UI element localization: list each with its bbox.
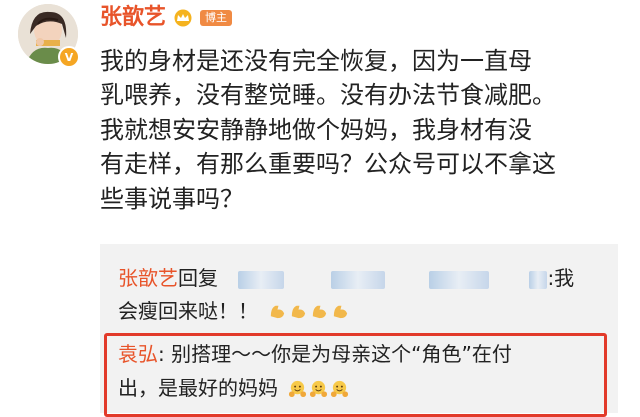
crown-icon [174, 9, 192, 27]
post-content: 我的身材是还没有完全恢复，因为一直母 乳喂养，没有整觉睡。没有办法节食减肥。 我… [100, 44, 630, 216]
reply-author-link[interactable]: 张歆艺 [118, 266, 178, 290]
post-header: 张歆艺 博主 [100, 4, 233, 32]
flexed-biceps-icon [268, 299, 352, 323]
highlight-annotation-box [104, 333, 607, 417]
verified-badge-icon: V [58, 46, 80, 68]
redacted-username [238, 270, 285, 289]
redacted-username [529, 270, 548, 289]
reply-item-continued: 会瘦回来哒！！ [118, 297, 352, 325]
reply-item: 张歆艺回复 :我 [118, 264, 574, 292]
reply-text: 会瘦回来哒！！ [118, 299, 258, 323]
reply-action-text: 回复 [178, 266, 218, 290]
post-line: 有走样，有那么重要吗？公众号可以不拿这 [100, 150, 556, 179]
post-line: 我就想安安静静地做个妈妈，我身材有没 [100, 115, 532, 144]
post-line: 乳喂养，没有整觉睡。没有办法节食减肥。 [100, 81, 556, 110]
post-line: 些事说事吗？ [100, 184, 244, 213]
blogger-tag: 博主 [200, 10, 233, 26]
redacted-username [429, 270, 490, 289]
username-link[interactable]: 张歆艺 [100, 4, 166, 32]
post-line: 我的身材是还没有完全恢复，因为一直母 [100, 47, 532, 75]
redacted-username [330, 270, 385, 289]
reply-text: :我 [547, 266, 575, 290]
verified-symbol: V [64, 50, 74, 64]
